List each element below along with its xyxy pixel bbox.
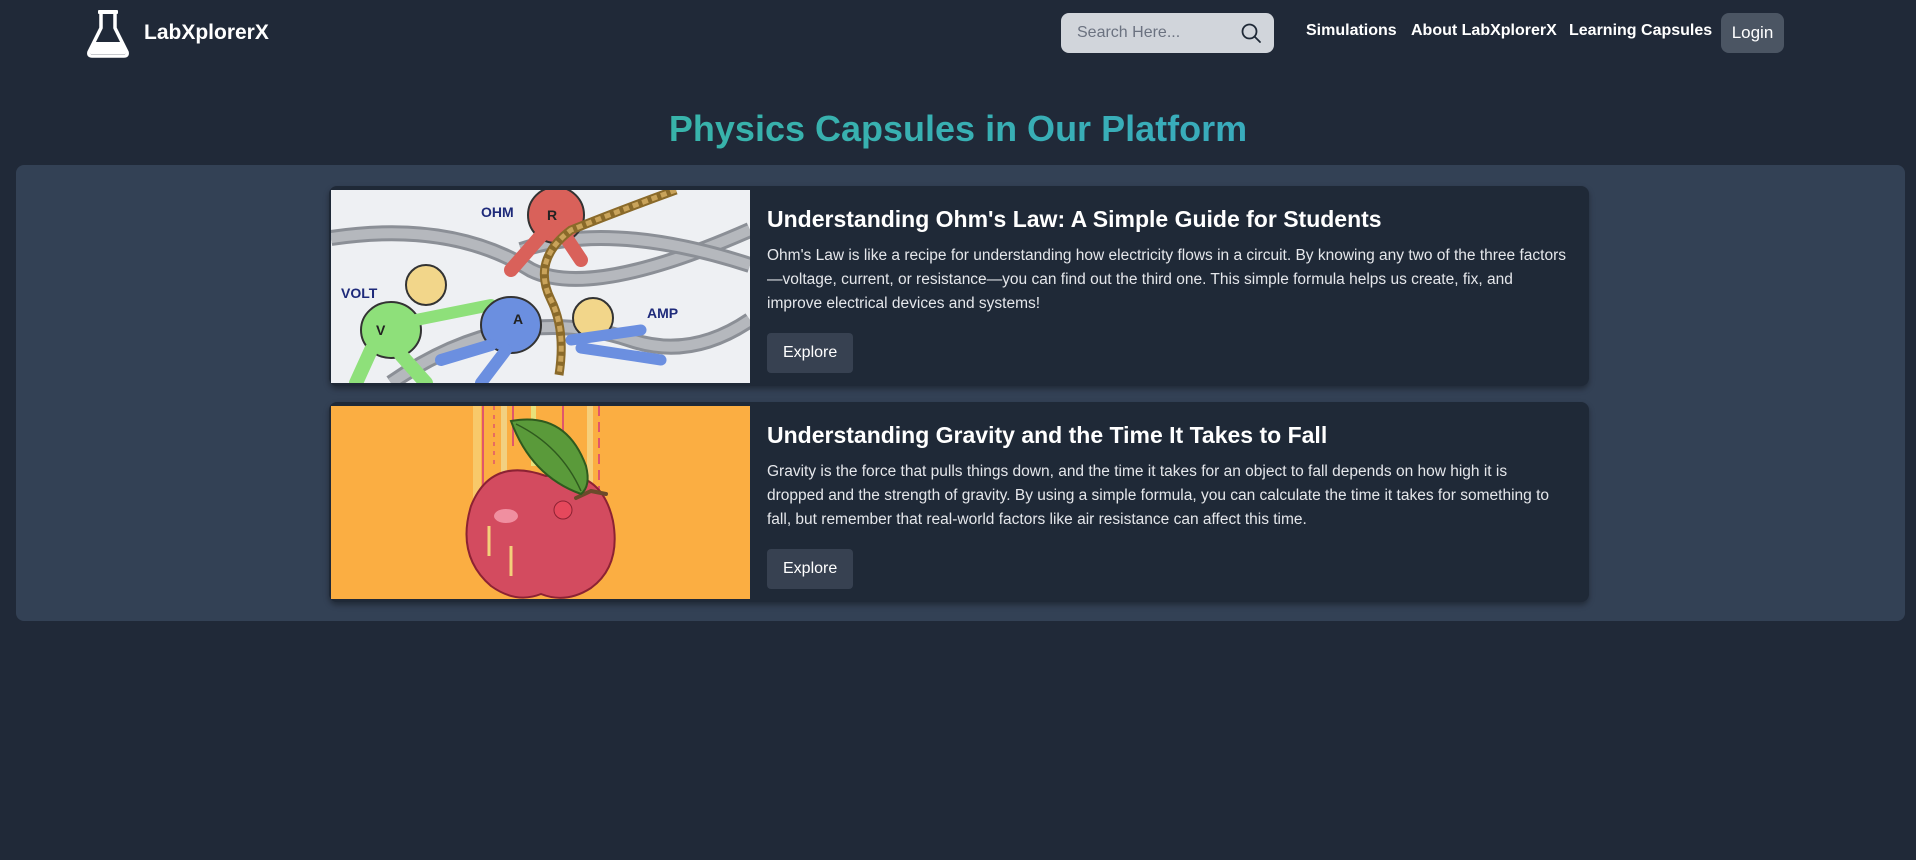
volt-label: VOLT: [341, 285, 378, 301]
nav-link-simulations[interactable]: Simulations: [1306, 22, 1397, 40]
search-input[interactable]: [1077, 24, 1237, 42]
capsule-description: Gravity is the force that pulls things d…: [767, 463, 1550, 528]
capsule-description: Ohm's Law is like a recipe for understan…: [767, 247, 1566, 312]
page-title: Physics Capsules in Our Platform: [0, 108, 1916, 150]
gravity-illustration: [331, 406, 750, 599]
explore-button[interactable]: Explore: [767, 549, 854, 589]
capsule-card-ohms-law: OHM R VOLT V A AMP Understanding Ohm's L…: [329, 186, 1589, 386]
r-label: R: [547, 207, 557, 223]
falling-apple-image: [331, 406, 750, 599]
brand-logo[interactable]: LabXplorerX: [86, 8, 269, 58]
capsule-title: Understanding Ohm's Law: A Simple Guide …: [767, 206, 1382, 232]
search-box[interactable]: [1061, 13, 1274, 53]
top-navbar: LabXplorerX Simulations About LabXplorer…: [0, 0, 1916, 68]
ohm-label: OHM: [481, 204, 514, 220]
a-label: A: [513, 311, 523, 327]
nav-link-about[interactable]: About LabXplorerX: [1411, 22, 1557, 40]
explore-button[interactable]: Explore: [767, 333, 854, 373]
brand-name: LabXplorerX: [144, 21, 269, 44]
amp-label: AMP: [647, 305, 678, 321]
ohms-law-illustration: OHM R VOLT V A AMP: [331, 190, 750, 383]
capsule-card-gravity: Understanding Gravity and the Time It Ta…: [329, 402, 1589, 602]
ohms-law-image: OHM R VOLT V A AMP: [331, 190, 750, 383]
flask-icon: [87, 10, 129, 58]
v-label: V: [376, 322, 386, 338]
card-body: Understanding Gravity and the Time It Ta…: [767, 416, 1567, 589]
nav-link-learning-capsules[interactable]: Learning Capsules: [1569, 22, 1712, 40]
capsule-title: Understanding Gravity and the Time It Ta…: [767, 422, 1328, 448]
card-body: Understanding Ohm's Law: A Simple Guide …: [767, 200, 1567, 373]
login-button[interactable]: Login: [1721, 13, 1784, 53]
search-icon[interactable]: [1240, 22, 1262, 44]
